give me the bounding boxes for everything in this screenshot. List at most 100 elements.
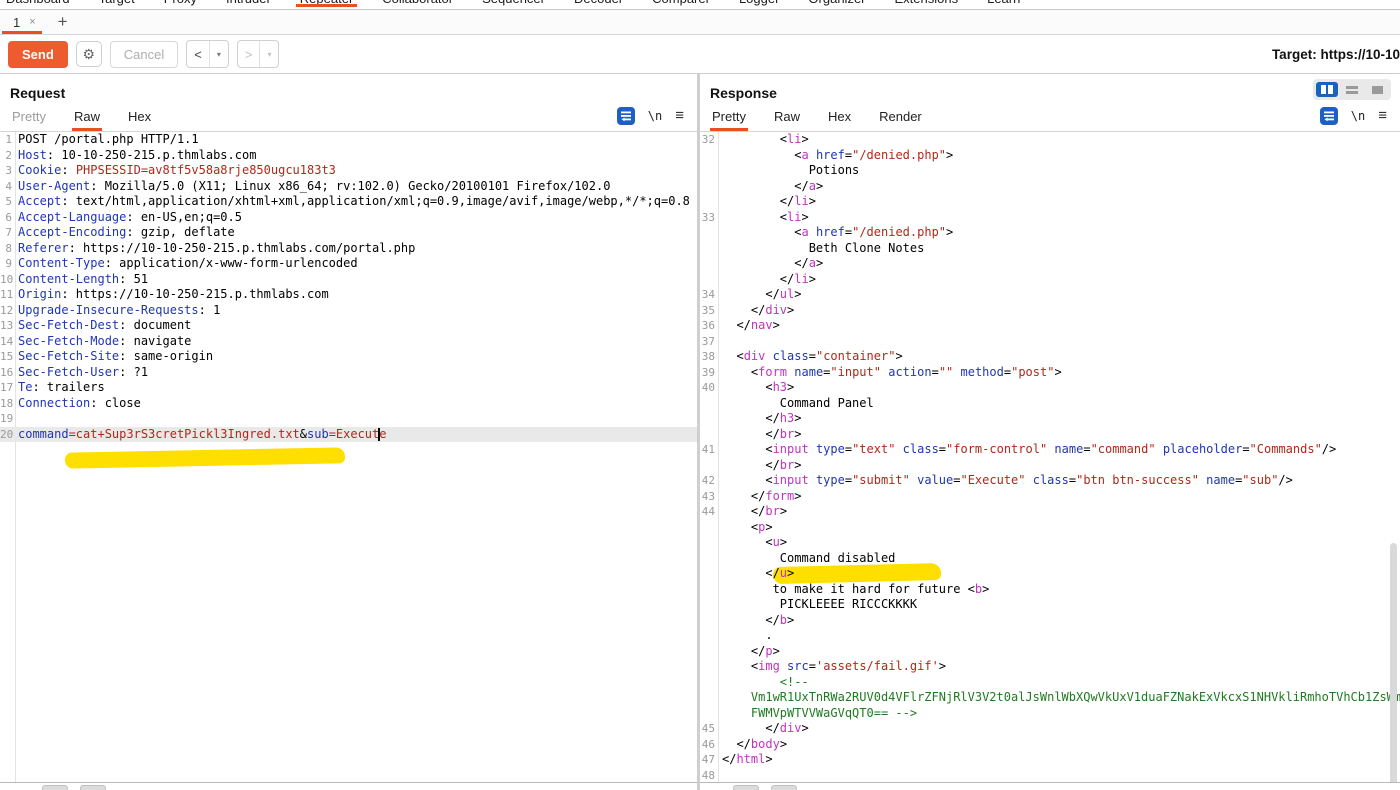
code-line: Vm1wR1UxTnRWa2RUV0d4VFlrZFNjRlV3V2t0alJs… [700,690,1400,706]
cancel-button[interactable]: Cancel [109,40,179,68]
search-option-icon[interactable] [80,785,106,790]
response-code: 32 <li> <a href="/denied.php"> Potions <… [700,132,1400,782]
close-icon[interactable]: × [29,16,35,28]
line-number [700,179,717,195]
target-url: https://10-10 [1320,46,1400,62]
code-line[interactable]: 8 Referer: https://10-10-250-215.p.thmlab… [0,241,697,257]
menu-item-intruder[interactable]: Intruder [226,0,271,5]
code-line[interactable]: 14 Sec-Fetch-Mode: navigate [0,334,697,350]
menu-item-collaborator[interactable]: Collaborator [382,0,453,5]
gear-icon[interactable]: ⚙ [75,41,102,67]
code-line[interactable]: 6 Accept-Language: en-US,en;q=0.5 [0,210,697,226]
search-icon[interactable] [42,785,68,790]
request-subtabs: Pretty Raw Hex [10,109,177,131]
menu-item-proxy[interactable]: Proxy [164,0,197,5]
menu-item-decoder[interactable]: Decoder [574,0,623,5]
newline-toggle-icon[interactable]: \n [1351,109,1365,123]
code-line[interactable]: 18 Connection: close [0,396,697,412]
send-button[interactable]: Send [8,40,68,68]
code-line[interactable]: 20 command=cat+Sup3rS3cretPickl3Ingred.tx… [0,426,697,442]
code-line: </p> [700,644,1400,660]
code-line: 32 <li> [701,132,809,146]
line-number [700,427,717,443]
layout-single-button[interactable] [1366,82,1388,97]
code-line: FWMVpWTVVWaGVqQT0== --> [700,706,1400,722]
line-number [700,194,717,210]
line-number [700,675,717,691]
request-editor[interactable]: 1 POST /portal.php HTTP/1.1 2 Host: 10-10-2… [0,132,697,782]
code-line[interactable]: 10 Content-Length: 51 [0,272,697,288]
menu-item-logger[interactable]: Logger [739,0,779,5]
history-back-button[interactable]: < ▾ [186,40,229,68]
code-line: Potions [700,163,1400,179]
menu-item-extensions[interactable]: Extensions [895,0,959,5]
layout-rows-button[interactable] [1341,82,1363,97]
code-line: </li> [700,194,1400,210]
editor-menu-icon[interactable]: ≡ [675,108,684,123]
line-number [700,644,717,660]
line-number [700,613,717,629]
add-tab-button[interactable]: + [46,10,80,34]
line-number [700,272,717,288]
code-line: 40 <h3> [701,380,795,394]
code-line[interactable]: 11 Origin: https://10-10-250-215.p.thmlab… [0,287,697,303]
line-number: 8 [5,241,12,255]
code-line[interactable]: 1 POST /portal.php HTTP/1.1 [0,132,697,148]
response-subtab-bar: Pretty Raw Hex Render \n ≡ [700,104,1400,132]
line-number: 14 [0,334,14,348]
code-line[interactable]: 16 Sec-Fetch-User: ?1 [0,365,697,381]
search-icon[interactable] [733,785,759,790]
search-option-icon[interactable] [771,785,797,790]
back-dropdown-icon[interactable]: ▾ [208,41,228,67]
history-forward-button[interactable]: > ▾ [236,40,280,68]
code-line[interactable]: 17 Te: trailers [0,380,697,396]
line-number: 3 [5,164,12,177]
code-line[interactable]: 15 Sec-Fetch-Site: same-origin [0,349,697,365]
back-icon[interactable]: < [187,41,209,67]
forward-dropdown-icon[interactable]: ▾ [259,41,278,67]
code-line: <a href="/denied.php"> [700,148,1400,164]
layout-columns-button[interactable] [1316,82,1338,97]
wrap-lines-icon[interactable] [616,107,635,125]
tab-pretty[interactable]: Pretty [10,109,48,131]
line-number: 11 [0,288,14,301]
code-line[interactable]: 2 Host: 10-10-250-215.p.thmlabs.com [0,148,697,164]
line-number: 44 [701,505,715,518]
code-line[interactable]: 7 Accept-Encoding: gzip, deflate [0,225,697,241]
line-number: 13 [0,319,14,332]
code-line: <!-- [700,675,1400,691]
vertical-scrollbar[interactable] [1390,543,1397,782]
code-line: </u> [700,566,1400,582]
newline-toggle-icon[interactable]: \n [648,109,662,123]
code-line[interactable]: 3 Cookie: PHPSESSID=av8tf5v58a8rje850ugcu… [0,163,697,179]
code-line[interactable]: 12 Upgrade-Insecure-Requests: 1 [0,303,697,319]
code-line[interactable]: 4 User-Agent: Mozilla/5.0 (X11; Linux x86… [0,179,697,195]
menu-item-dashboard[interactable]: Dashboard [6,0,70,5]
forward-icon[interactable]: > [238,41,260,67]
tab-raw[interactable]: Raw [772,109,802,131]
menu-item-learn[interactable]: Learn [987,0,1020,5]
editor-menu-icon[interactable]: ≡ [1378,108,1387,123]
menu-item-organizer[interactable]: Organizer [808,0,865,5]
code-line[interactable]: 13 Sec-Fetch-Dest: document [0,318,697,334]
tab-hex[interactable]: Hex [126,109,153,131]
line-number: 18 [0,396,14,410]
tab-raw[interactable]: Raw [71,109,102,131]
tab-render[interactable]: Render [877,109,924,131]
tab-hex[interactable]: Hex [826,109,853,131]
code-line[interactable]: 5 Accept: text/html,application/xhtml+xml… [0,194,697,210]
code-line: to make it hard for future <b> [700,582,1400,598]
code-line[interactable]: 19 [0,411,697,427]
repeater-tab-1[interactable]: 1 × [0,10,46,34]
code-line[interactable]: 9 Content-Type: application/x-www-form-ur… [0,256,697,272]
line-number: 12 [0,303,14,317]
menu-item-comparer[interactable]: Comparer [652,0,710,5]
wrap-lines-icon[interactable] [1319,107,1338,125]
line-number [700,659,717,675]
menu-item-repeater[interactable]: Repeater [295,0,358,7]
response-editor[interactable]: 32 <li> <a href="/denied.php"> Potions <… [700,132,1400,782]
menu-item-target[interactable]: Target [99,0,135,5]
menu-item-sequencer[interactable]: Sequencer [482,0,545,5]
code-line: 45 </div> [701,721,809,735]
tab-pretty[interactable]: Pretty [710,109,748,131]
